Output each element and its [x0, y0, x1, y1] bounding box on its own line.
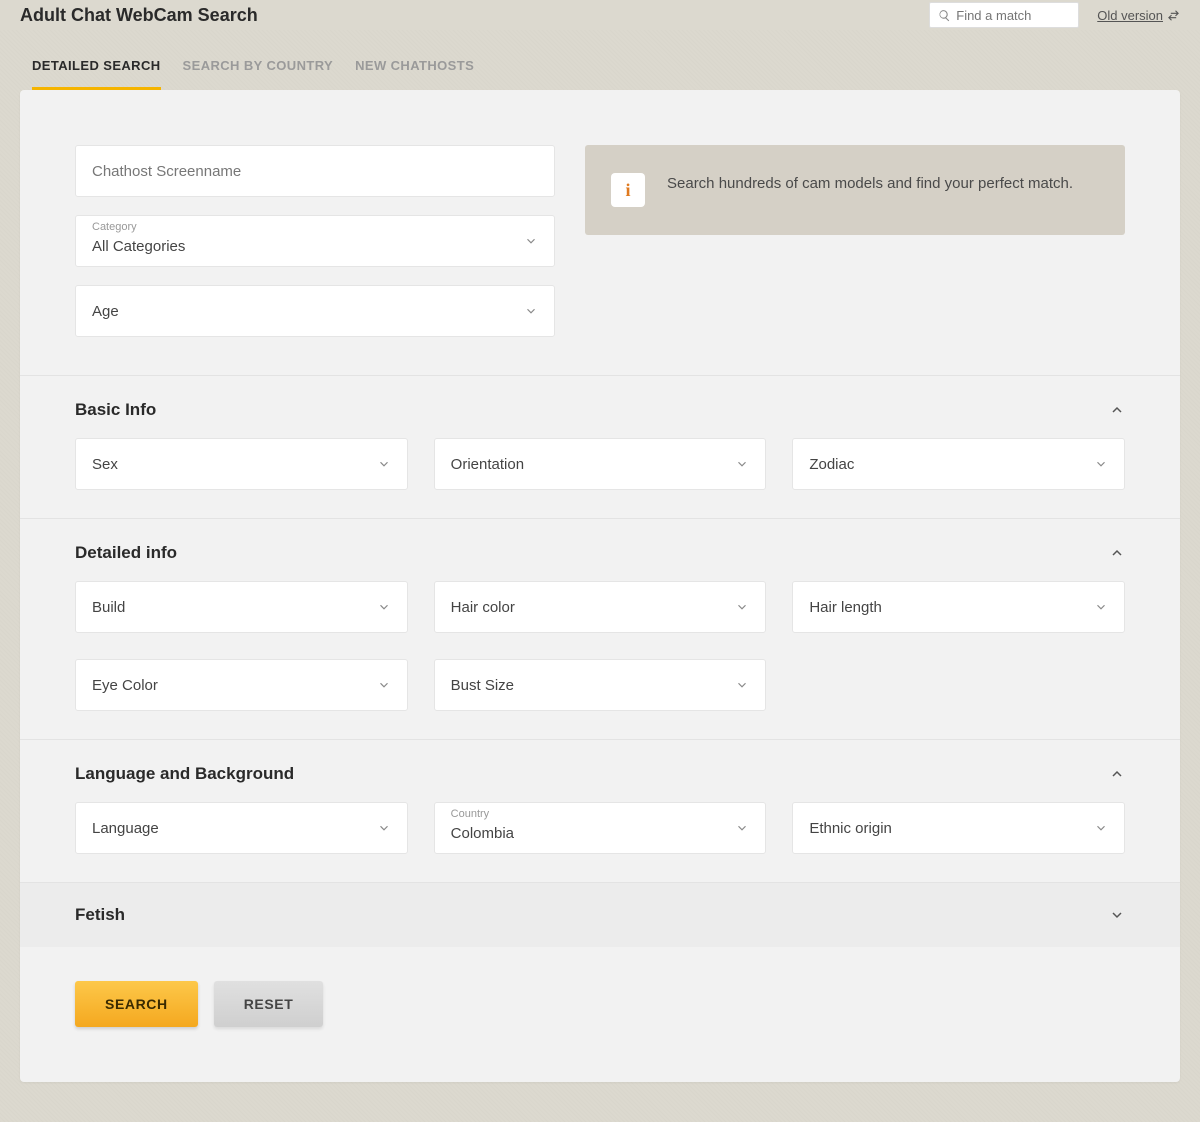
language-label: Language — [92, 820, 377, 837]
info-text: Search hundreds of cam models and find y… — [667, 173, 1073, 196]
chevron-up-icon — [1109, 766, 1125, 782]
orientation-label: Orientation — [451, 456, 736, 473]
eye-color-label: Eye Color — [92, 677, 377, 694]
eye-color-select[interactable]: Eye Color — [75, 659, 408, 711]
search-button[interactable]: SEARCH — [75, 981, 198, 1027]
page-title: Adult Chat WebCam Search — [20, 5, 929, 26]
chevron-up-icon — [1109, 545, 1125, 561]
chevron-down-icon — [1094, 457, 1108, 471]
hair-length-select[interactable]: Hair length — [792, 581, 1125, 633]
screenname-input[interactable] — [92, 163, 538, 180]
sex-select[interactable]: Sex — [75, 438, 408, 490]
topbar: Adult Chat WebCam Search Old version — [0, 0, 1200, 30]
info-box: i Search hundreds of cam models and find… — [585, 145, 1125, 235]
section-fetish: Fetish — [20, 882, 1180, 947]
chevron-down-icon — [377, 678, 391, 692]
chevron-down-icon — [1094, 600, 1108, 614]
section-title-basic: Basic Info — [75, 400, 1109, 420]
age-select[interactable]: Age — [75, 285, 555, 337]
chevron-down-icon — [524, 304, 538, 318]
search-icon — [938, 9, 951, 22]
chevron-down-icon — [377, 457, 391, 471]
zodiac-label: Zodiac — [809, 456, 1094, 473]
chevron-down-icon — [735, 600, 749, 614]
find-match-search[interactable] — [929, 2, 1079, 28]
screenname-field[interactable] — [75, 145, 555, 197]
old-version-label: Old version — [1097, 8, 1163, 23]
chevron-down-icon — [1094, 821, 1108, 835]
section-detailed-info: Detailed info Build Hair color Hair leng… — [20, 518, 1180, 739]
section-header-fetish[interactable]: Fetish — [75, 905, 1125, 925]
chevron-down-icon — [735, 457, 749, 471]
old-version-link[interactable]: Old version — [1097, 8, 1180, 23]
country-value: Colombia — [451, 815, 736, 842]
country-float-label: Country — [451, 808, 490, 820]
chevron-down-icon — [1109, 907, 1125, 923]
category-value: All Categories — [92, 228, 524, 255]
hair-color-label: Hair color — [451, 599, 736, 616]
bust-size-label: Bust Size — [451, 677, 736, 694]
section-title-fetish: Fetish — [75, 905, 1109, 925]
tab-detailed-search[interactable]: DETAILED SEARCH — [32, 58, 161, 90]
hair-length-label: Hair length — [809, 599, 1094, 616]
find-match-input[interactable] — [956, 8, 1070, 23]
chevron-down-icon — [377, 821, 391, 835]
swap-icon — [1167, 9, 1180, 22]
section-header-detailed[interactable]: Detailed info — [75, 543, 1125, 563]
section-basic-info: Basic Info Sex Orientation Zodiac — [20, 375, 1180, 518]
actions-row: SEARCH RESET — [20, 947, 1180, 1082]
hair-color-select[interactable]: Hair color — [434, 581, 767, 633]
chevron-down-icon — [377, 600, 391, 614]
section-language-background: Language and Background Language Country… — [20, 739, 1180, 882]
section-header-lang[interactable]: Language and Background — [75, 764, 1125, 784]
bust-size-select[interactable]: Bust Size — [434, 659, 767, 711]
zodiac-select[interactable]: Zodiac — [792, 438, 1125, 490]
age-label: Age — [92, 303, 524, 320]
tab-search-by-country[interactable]: SEARCH BY COUNTRY — [183, 58, 334, 90]
tab-new-chathosts[interactable]: NEW CHATHOSTS — [355, 58, 474, 90]
orientation-select[interactable]: Orientation — [434, 438, 767, 490]
search-card: Category All Categories Age i Search hun… — [20, 90, 1180, 1082]
info-icon: i — [611, 173, 645, 207]
ethnic-origin-label: Ethnic origin — [809, 820, 1094, 837]
category-float-label: Category — [92, 221, 137, 233]
chevron-down-icon — [735, 678, 749, 692]
chevron-down-icon — [524, 234, 538, 248]
chevron-down-icon — [735, 821, 749, 835]
tabs: DETAILED SEARCH SEARCH BY COUNTRY NEW CH… — [20, 30, 1180, 90]
ethnic-origin-select[interactable]: Ethnic origin — [792, 802, 1125, 854]
section-title-detailed: Detailed info — [75, 543, 1109, 563]
chevron-up-icon — [1109, 402, 1125, 418]
sex-label: Sex — [92, 456, 377, 473]
section-header-basic[interactable]: Basic Info — [75, 400, 1125, 420]
reset-button[interactable]: RESET — [214, 981, 324, 1027]
section-title-lang: Language and Background — [75, 764, 1109, 784]
build-label: Build — [92, 599, 377, 616]
country-select[interactable]: Country Colombia — [434, 802, 767, 854]
top-section: Category All Categories Age i Search hun… — [20, 90, 1180, 375]
language-select[interactable]: Language — [75, 802, 408, 854]
category-select[interactable]: Category All Categories — [75, 215, 555, 267]
build-select[interactable]: Build — [75, 581, 408, 633]
